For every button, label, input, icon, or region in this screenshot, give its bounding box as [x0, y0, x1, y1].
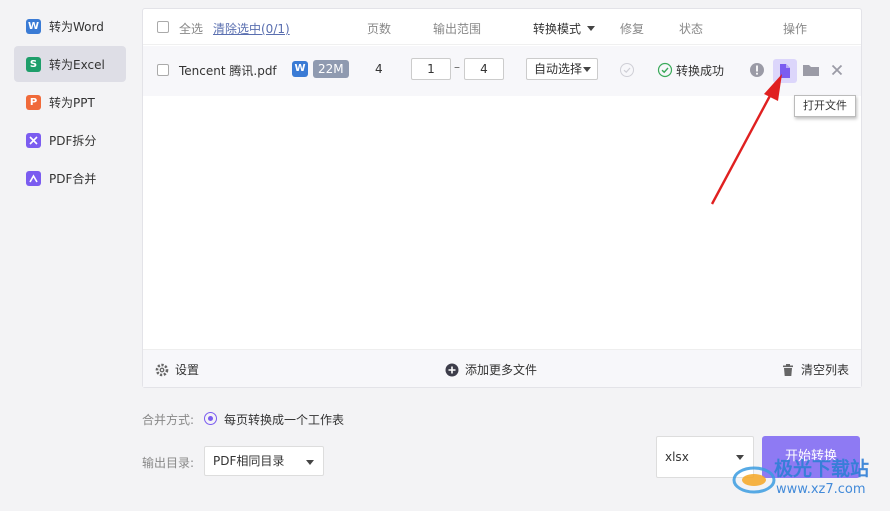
- output-dir-select[interactable]: PDF相同目录: [204, 446, 324, 476]
- repair-check-icon: [619, 62, 639, 82]
- panel-footer: 设置 添加更多文件 清空列表: [143, 349, 861, 387]
- sidebar: W 转为Word S 转为Excel P 转为PPT PDF拆分 PDF合并: [0, 0, 134, 508]
- watermark-url: www.xz7.com: [776, 482, 866, 497]
- chevron-down-icon: [736, 455, 744, 460]
- col-range: 输出范围: [433, 22, 482, 36]
- sidebar-item-pdf-split[interactable]: PDF拆分: [14, 122, 126, 158]
- chevron-down-icon: [583, 67, 591, 72]
- merge-mode-radio[interactable]: [204, 412, 217, 425]
- mode-select[interactable]: 自动选择: [526, 58, 598, 80]
- success-check-icon: [657, 62, 677, 82]
- open-file-button[interactable]: [773, 59, 797, 83]
- file-icon: [780, 64, 790, 78]
- col-repair: 修复: [620, 22, 645, 36]
- file-size-badge: 22M: [313, 60, 349, 78]
- output-dir-label: 输出目录:: [142, 456, 195, 470]
- range-to-input[interactable]: 4: [464, 58, 504, 80]
- select-all-checkbox[interactable]: [157, 21, 169, 33]
- col-status: 状态: [679, 22, 704, 36]
- start-convert-button[interactable]: 开始转换: [762, 436, 860, 478]
- sidebar-item-to-excel[interactable]: S 转为Excel: [14, 46, 126, 82]
- row-checkbox[interactable]: [157, 64, 169, 76]
- col-actions: 操作: [783, 22, 808, 36]
- word-icon: W: [26, 18, 41, 34]
- output-format-select[interactable]: xlsx: [656, 436, 754, 478]
- range-separator: –: [454, 60, 460, 74]
- col-mode-dropdown[interactable]: 转换模式: [533, 20, 597, 37]
- word-type-icon: W: [292, 61, 308, 77]
- file-name: Tencent 腾讯.pdf: [179, 64, 277, 78]
- merge-icon: [26, 170, 41, 186]
- file-list-panel: 全选 清除选中(0/1) 页数 输出范围 转换模式 修复 状态 操作 Tence…: [142, 8, 862, 388]
- col-mode-label: 转换模式: [533, 22, 582, 36]
- sidebar-item-pdf-merge[interactable]: PDF合并: [14, 160, 126, 196]
- sidebar-item-label: PDF合并: [49, 171, 97, 186]
- add-more-files-button[interactable]: 添加更多文件: [445, 361, 537, 378]
- sidebar-item-to-word[interactable]: W 转为Word: [14, 8, 126, 44]
- col-pages: 页数: [367, 22, 392, 36]
- folder-icon[interactable]: [802, 62, 822, 82]
- close-icon[interactable]: [829, 62, 849, 82]
- select-all-label[interactable]: 全选: [179, 20, 203, 37]
- sidebar-item-label: 转为Word: [49, 19, 104, 34]
- output-dir-value: PDF相同目录: [213, 454, 285, 468]
- excel-icon: S: [26, 56, 41, 72]
- clear-list-button[interactable]: 清空列表: [781, 361, 849, 378]
- settings-button[interactable]: 设置: [155, 361, 199, 378]
- sidebar-item-label: PDF拆分: [49, 133, 97, 148]
- mode-select-value: 自动选择: [534, 62, 583, 76]
- range-from-input[interactable]: 1: [411, 58, 451, 80]
- merge-mode-label: 合并方式:: [142, 413, 195, 427]
- sidebar-item-to-ppt[interactable]: P 转为PPT: [14, 84, 126, 120]
- info-icon[interactable]: [749, 62, 769, 82]
- ppt-icon: P: [26, 94, 41, 110]
- gear-icon: [155, 363, 169, 376]
- plus-circle-icon: [445, 363, 459, 376]
- open-file-tooltip: 打开文件: [794, 95, 856, 117]
- split-icon: [26, 132, 41, 148]
- table-header: 全选 清除选中(0/1) 页数 输出范围 转换模式 修复 状态 操作: [143, 9, 861, 45]
- clear-list-label: 清空列表: [801, 363, 850, 377]
- chevron-down-icon: [587, 26, 596, 31]
- output-format-value: xlsx: [665, 450, 689, 464]
- status-text: 转换成功: [676, 64, 725, 78]
- sidebar-item-label: 转为PPT: [49, 95, 95, 110]
- page-count: 4: [375, 62, 383, 76]
- clear-selected-link[interactable]: 清除选中(0/1): [213, 20, 290, 37]
- table-row: Tencent 腾讯.pdf W 22M 4 1 – 4 自动选择 转换成功: [143, 46, 861, 96]
- add-more-files-label: 添加更多文件: [465, 363, 538, 377]
- settings-label: 设置: [175, 363, 200, 377]
- chevron-down-icon: [306, 460, 314, 465]
- trash-icon: [783, 363, 793, 376]
- sidebar-item-label: 转为Excel: [49, 57, 105, 72]
- merge-mode-value[interactable]: 每页转换成一个工作表: [224, 411, 344, 428]
